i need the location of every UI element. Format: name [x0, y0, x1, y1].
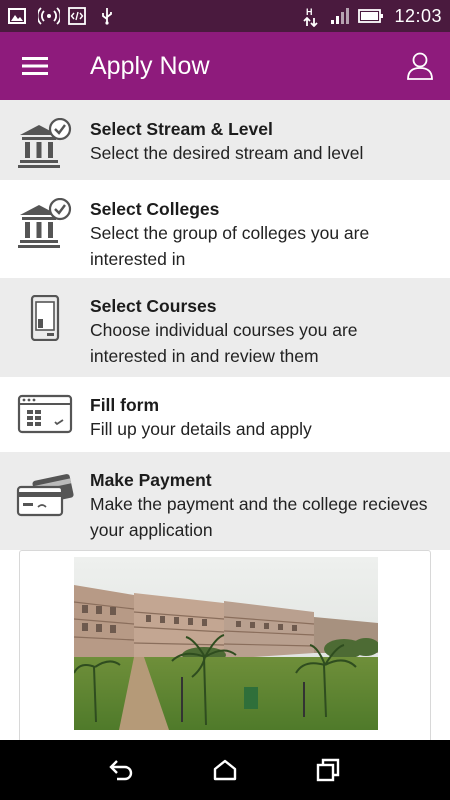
hamburger-menu-icon: [22, 57, 48, 75]
credit-card-icon: [16, 474, 74, 517]
mobile-phone-icon: [30, 295, 60, 341]
code-icon: [68, 7, 86, 25]
college-card[interactable]: [19, 550, 431, 750]
status-bar: H 12:03: [0, 0, 450, 32]
browser-form-icon: [17, 394, 73, 434]
home-button[interactable]: [205, 750, 245, 790]
step-description: Fill up your details and apply: [90, 419, 312, 439]
system-nav-bar: [0, 740, 450, 800]
step-select-colleges[interactable]: Select Colleges Select the group of coll…: [0, 180, 450, 278]
step-select-courses[interactable]: Select Courses Choose individual courses…: [0, 278, 450, 377]
step-title: Select Stream & Level: [90, 119, 273, 139]
wifi-hotspot-icon: [36, 7, 62, 25]
usb-icon: [98, 7, 116, 25]
step-description: Select the desired stream and level: [90, 143, 364, 163]
signal-icon: [330, 7, 350, 25]
status-time: 12:03: [394, 5, 442, 26]
step-description: Make the payment and the college recieve…: [90, 494, 428, 540]
page-title: Apply Now: [90, 51, 210, 80]
campus-photo: [74, 557, 378, 730]
step-title: Fill form: [90, 395, 160, 415]
step-fill-form[interactable]: Fill form Fill up your details and apply: [0, 377, 450, 452]
home-icon: [213, 759, 237, 781]
battery-icon: [358, 7, 384, 25]
step-title: Select Colleges: [90, 199, 220, 219]
institution-check-icon: [18, 198, 72, 248]
user-profile-icon: [407, 52, 433, 80]
image-icon: [8, 7, 26, 25]
menu-button[interactable]: [0, 32, 70, 100]
profile-button[interactable]: [390, 32, 450, 100]
steps-list: Select Stream & Level Select the desired…: [0, 100, 450, 550]
step-description: Select the group of colleges you are int…: [90, 223, 370, 269]
svg-text:H: H: [306, 7, 313, 17]
network-arrows-icon: H: [302, 7, 320, 28]
recents-button[interactable]: [308, 750, 348, 790]
app-bar: Apply Now: [0, 32, 450, 100]
back-button[interactable]: [102, 750, 142, 790]
institution-check-icon: [18, 118, 72, 168]
step-make-payment[interactable]: Make Payment Make the payment and the co…: [0, 452, 450, 550]
step-title: Make Payment: [90, 470, 212, 490]
step-title: Select Courses: [90, 296, 217, 316]
back-icon: [108, 760, 132, 781]
step-description: Choose individual courses you are intere…: [90, 320, 358, 366]
recents-icon: [317, 758, 340, 782]
step-select-stream[interactable]: Select Stream & Level Select the desired…: [0, 100, 450, 180]
